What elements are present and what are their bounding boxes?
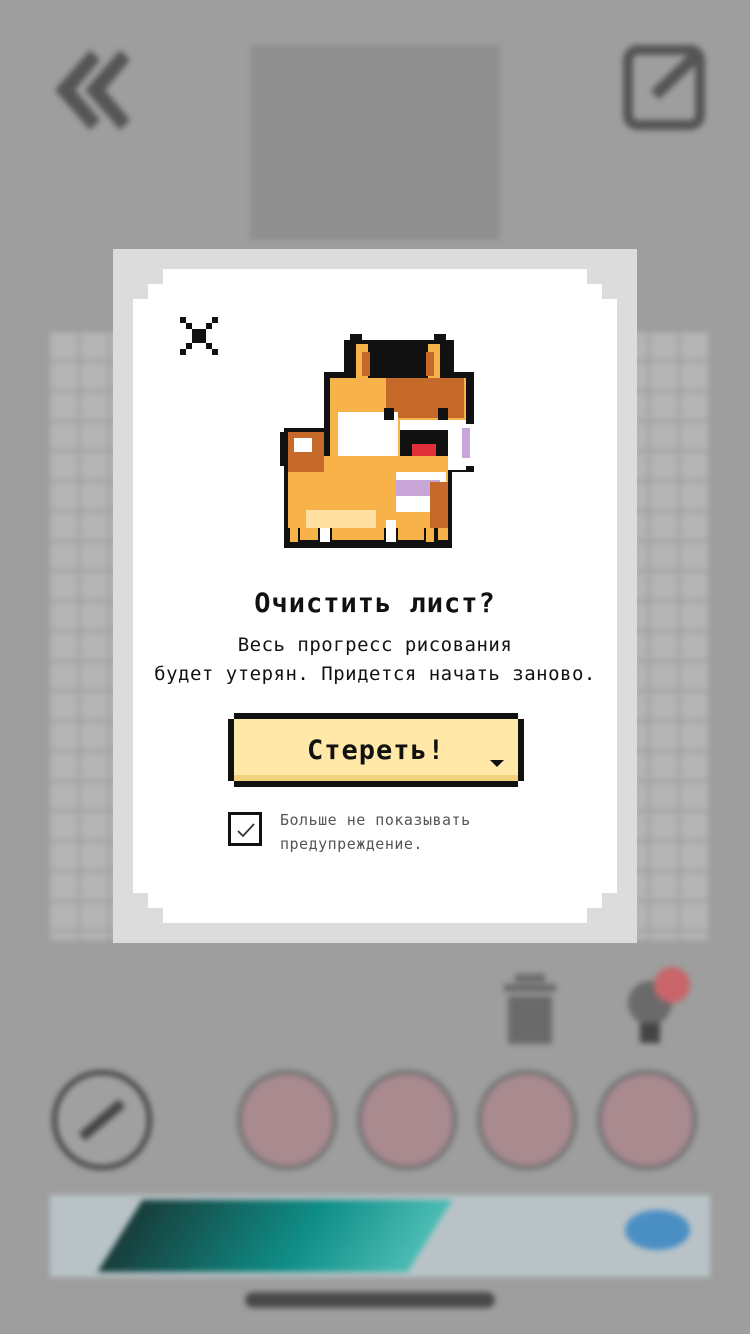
brush-icon bbox=[78, 1099, 126, 1141]
color-swatch-1[interactable] bbox=[237, 1070, 337, 1170]
dont-show-label[interactable]: Больше не показывать предупреждение. bbox=[280, 808, 520, 856]
artwork-preview bbox=[250, 45, 500, 240]
dialog-message-line2: будет утерян. Придется начать заново. bbox=[154, 663, 596, 685]
dont-show-label-line1: Больше не показывать bbox=[280, 811, 471, 829]
trash-icon bbox=[504, 974, 556, 1044]
ad-banner[interactable] bbox=[50, 1195, 710, 1277]
close-button[interactable] bbox=[180, 317, 218, 355]
checkmark-icon bbox=[237, 823, 255, 838]
caret-down-icon bbox=[490, 760, 504, 767]
dialog-title: Очистить лист? bbox=[254, 588, 496, 619]
lightbulb-icon bbox=[628, 967, 690, 1043]
ad-graphic bbox=[97, 1200, 453, 1272]
pencil-edit-icon bbox=[623, 45, 705, 130]
back-button[interactable] bbox=[40, 40, 140, 140]
color-swatch-4[interactable] bbox=[597, 1070, 697, 1170]
ad-button[interactable] bbox=[625, 1210, 690, 1250]
dont-show-label-line2: предупреждение. bbox=[280, 835, 423, 853]
edit-button[interactable] bbox=[620, 40, 715, 135]
double-chevron-left-icon bbox=[55, 50, 130, 130]
hint-button[interactable] bbox=[610, 965, 700, 1055]
brush-button[interactable] bbox=[52, 1070, 152, 1170]
color-swatch-2[interactable] bbox=[357, 1070, 457, 1170]
dont-show-checkbox[interactable] bbox=[228, 812, 262, 846]
home-indicator bbox=[245, 1292, 495, 1308]
close-icon bbox=[180, 317, 218, 355]
shiba-dog-illustration bbox=[266, 332, 482, 548]
erase-button-label: Стереть! bbox=[306, 735, 446, 766]
dialog-message-line1: Весь прогресс рисования bbox=[237, 634, 513, 656]
erase-button[interactable]: Стереть! bbox=[228, 713, 524, 787]
trash-button[interactable] bbox=[500, 972, 560, 1047]
color-swatch-3[interactable] bbox=[477, 1070, 577, 1170]
hint-badge bbox=[654, 967, 690, 1003]
erase-button-fill: Стереть! bbox=[234, 719, 518, 781]
